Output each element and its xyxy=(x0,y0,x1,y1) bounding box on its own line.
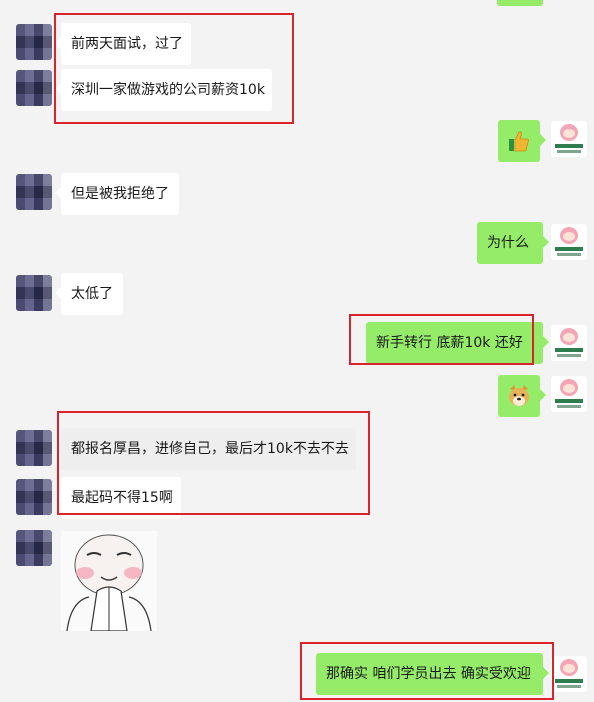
avatar[interactable] xyxy=(16,24,52,60)
partial-outgoing-bubble xyxy=(497,0,543,6)
avatar[interactable] xyxy=(16,479,52,515)
message-bubble[interactable]: 但是被我拒绝了 xyxy=(55,173,179,215)
avatar[interactable] xyxy=(16,530,52,566)
highlight-box xyxy=(300,642,554,700)
message-text: 太低了 xyxy=(71,286,113,302)
message-text: 但是被我拒绝了 xyxy=(71,186,169,202)
avatar[interactable] xyxy=(551,325,587,361)
highlight-box xyxy=(54,13,294,124)
avatar[interactable] xyxy=(551,121,587,157)
highlight-box xyxy=(349,314,534,365)
message-bubble[interactable] xyxy=(498,120,546,162)
avatar[interactable] xyxy=(16,174,52,210)
meme-sticker-image[interactable] xyxy=(61,531,157,631)
message-bubble[interactable]: 太低了 xyxy=(55,273,123,315)
message-text: 为什么 xyxy=(487,235,529,251)
avatar[interactable] xyxy=(16,430,52,466)
message-bubble[interactable] xyxy=(498,375,546,417)
avatar[interactable] xyxy=(551,656,587,692)
avatar[interactable] xyxy=(16,275,52,311)
highlight-box xyxy=(57,411,370,515)
doge-icon xyxy=(506,383,532,409)
avatar[interactable] xyxy=(551,376,587,412)
avatar[interactable] xyxy=(551,224,587,260)
avatar[interactable] xyxy=(16,70,52,106)
message-bubble[interactable]: 为什么 xyxy=(477,222,549,264)
thumbs-up-icon xyxy=(507,129,531,153)
